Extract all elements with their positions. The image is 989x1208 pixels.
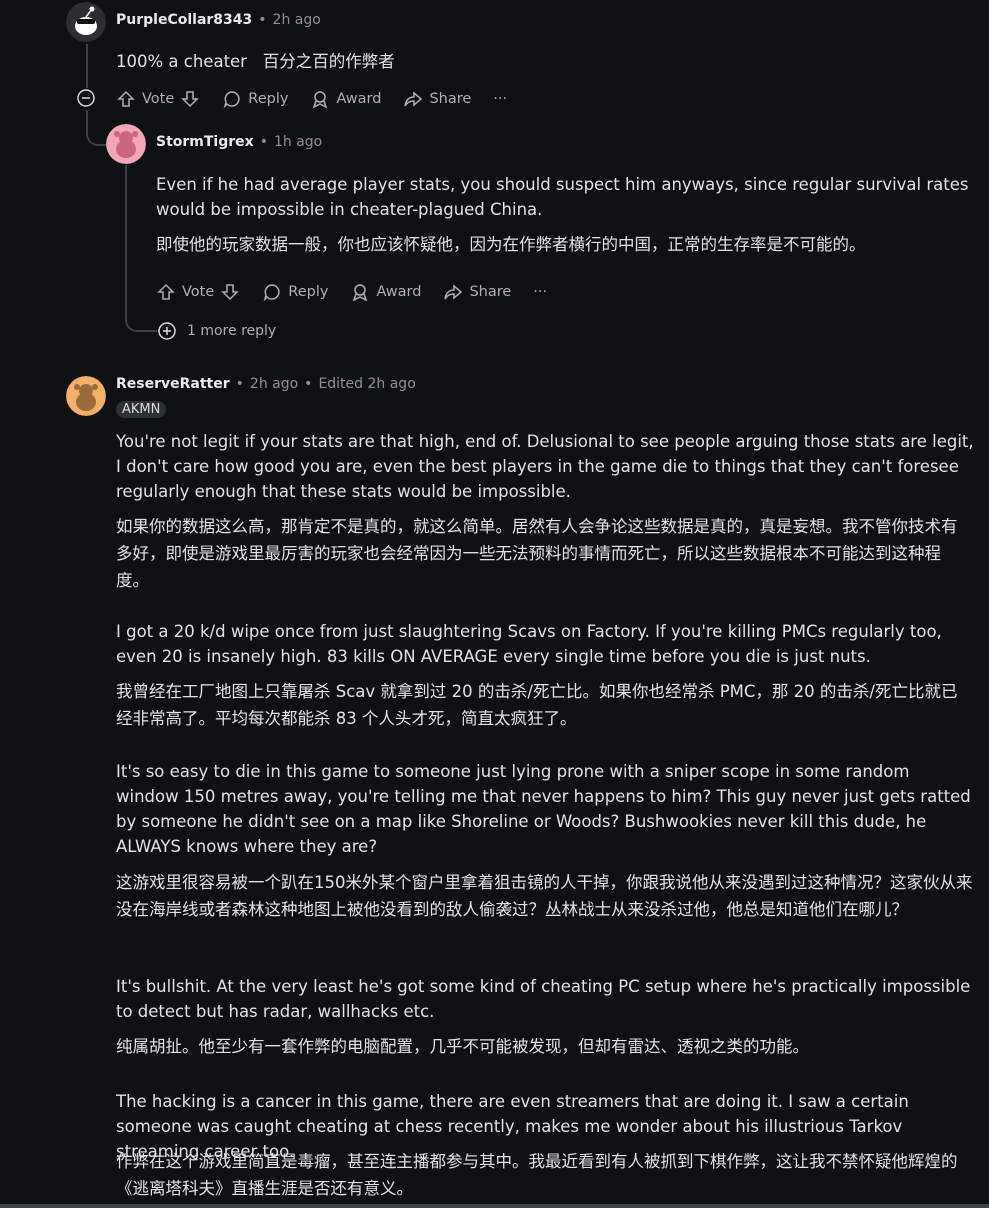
paragraph-en: It's so easy to die in this game to some… [116, 762, 971, 856]
minus-circle-icon [77, 89, 95, 107]
reply-button[interactable]: Reply [262, 282, 328, 302]
meta-dot: • [258, 12, 267, 28]
paragraph-zh: 我曾经在工厂地图上只靠屠杀 Scav 就拿到过 20 的击杀/死亡比。如果你也经… [116, 682, 958, 728]
paragraph-en: I got a 20 k/d wipe once from just slaug… [116, 622, 942, 666]
downvote-icon[interactable] [180, 89, 200, 109]
award-label: Award [376, 284, 422, 300]
meta-dot: • [304, 376, 313, 392]
share-button[interactable]: Share [403, 89, 471, 109]
downvote-icon[interactable] [220, 282, 240, 302]
timestamp[interactable]: 2h ago [250, 376, 298, 392]
user-flair: AKMN [116, 401, 167, 418]
upvote-icon[interactable] [116, 89, 136, 109]
meta-dot: • [235, 376, 244, 392]
thread-curve-2 [125, 300, 157, 332]
username[interactable]: ReserveRatter [116, 376, 230, 392]
more-replies-label: 1 more reply [187, 323, 277, 339]
window-bottom-edge [0, 1204, 989, 1208]
share-button[interactable]: Share [443, 282, 511, 302]
plus-circle-icon [158, 322, 176, 340]
more-options-button[interactable]: ··· [493, 91, 507, 107]
snoo-orange-icon [66, 376, 106, 416]
speech-bubble-icon [223, 91, 240, 109]
collapse-button[interactable] [76, 88, 96, 108]
username[interactable]: PurpleCollar8343 [116, 12, 252, 28]
avatar[interactable] [66, 376, 106, 416]
vote-label: Vote [182, 284, 215, 300]
vote-group: Vote [156, 282, 240, 302]
reply-button[interactable]: Reply [222, 89, 288, 109]
meta-dot: • [259, 134, 268, 150]
share-label: Share [429, 91, 472, 107]
more-options-button[interactable]: ··· [533, 284, 547, 300]
share-arrow-icon [404, 91, 423, 107]
comment-text-zh: 即使他的玩家数据一般，你也应该怀疑他，因为在作弊者横行的中国，正常的生存率是不可… [156, 235, 866, 254]
avatar[interactable] [66, 2, 106, 42]
comment-actions: Vote Reply Award Share ··· [116, 88, 529, 110]
comment-actions: Vote Reply Award Share ··· [156, 281, 569, 303]
paragraph-en: It's bullshit. At the very least he's go… [116, 977, 971, 1021]
share-arrow-icon [444, 284, 463, 300]
paragraph-zh: 纯属胡扯。他至少有一套作弊的电脑配置，几乎不可能被发现，但却有雷达、透视之类的功… [116, 1037, 809, 1056]
vote-group: Vote [116, 89, 200, 109]
snoo-sunglasses-icon [66, 2, 106, 42]
paragraph-zh: 作弊在这个游戏里简直是毒瘤，甚至连主播都参与其中。我最近看到有人被抓到下棋作弊，… [116, 1152, 958, 1198]
speech-bubble-icon [263, 284, 280, 302]
username[interactable]: StormTigrex [156, 134, 254, 150]
paragraph-zh: 这游戏里很容易被一个趴在150米外某个窗户里拿着狙击镜的人干掉，你跟我说他从来没… [116, 873, 973, 919]
thread-curve-1 [86, 110, 108, 146]
award-icon [353, 284, 368, 302]
more-options-icon: ··· [533, 284, 548, 300]
award-button[interactable]: Award [310, 89, 381, 109]
edited-label: Edited 2h ago [318, 376, 416, 392]
more-options-icon: ··· [493, 91, 508, 107]
reply-label: Reply [248, 91, 289, 107]
thread-line-1 [86, 44, 88, 88]
avatar[interactable] [106, 124, 146, 164]
paragraph-en: You're not legit if your stats are that … [116, 432, 974, 501]
upvote-icon[interactable] [156, 282, 176, 302]
more-replies-button[interactable]: 1 more reply [157, 321, 276, 341]
thread-line-2 [125, 165, 127, 305]
paragraph-zh: 如果你的数据这么高，那肯定不是真的，就这么简单。居然有人会争论这些数据是真的，真… [116, 517, 958, 590]
share-label: Share [469, 284, 512, 300]
award-button[interactable]: Award [350, 282, 421, 302]
comment-text-en: Even if he had average player stats, you… [156, 175, 969, 219]
timestamp[interactable]: 2h ago [273, 12, 321, 28]
timestamp[interactable]: 1h ago [274, 134, 322, 150]
vote-label: Vote [142, 91, 175, 107]
snoo-pink-icon [106, 124, 146, 164]
reply-label: Reply [288, 284, 329, 300]
award-label: Award [336, 91, 382, 107]
award-icon [313, 91, 328, 109]
comment-text: 100% a cheater 百分之百的作弊者 [116, 52, 395, 71]
